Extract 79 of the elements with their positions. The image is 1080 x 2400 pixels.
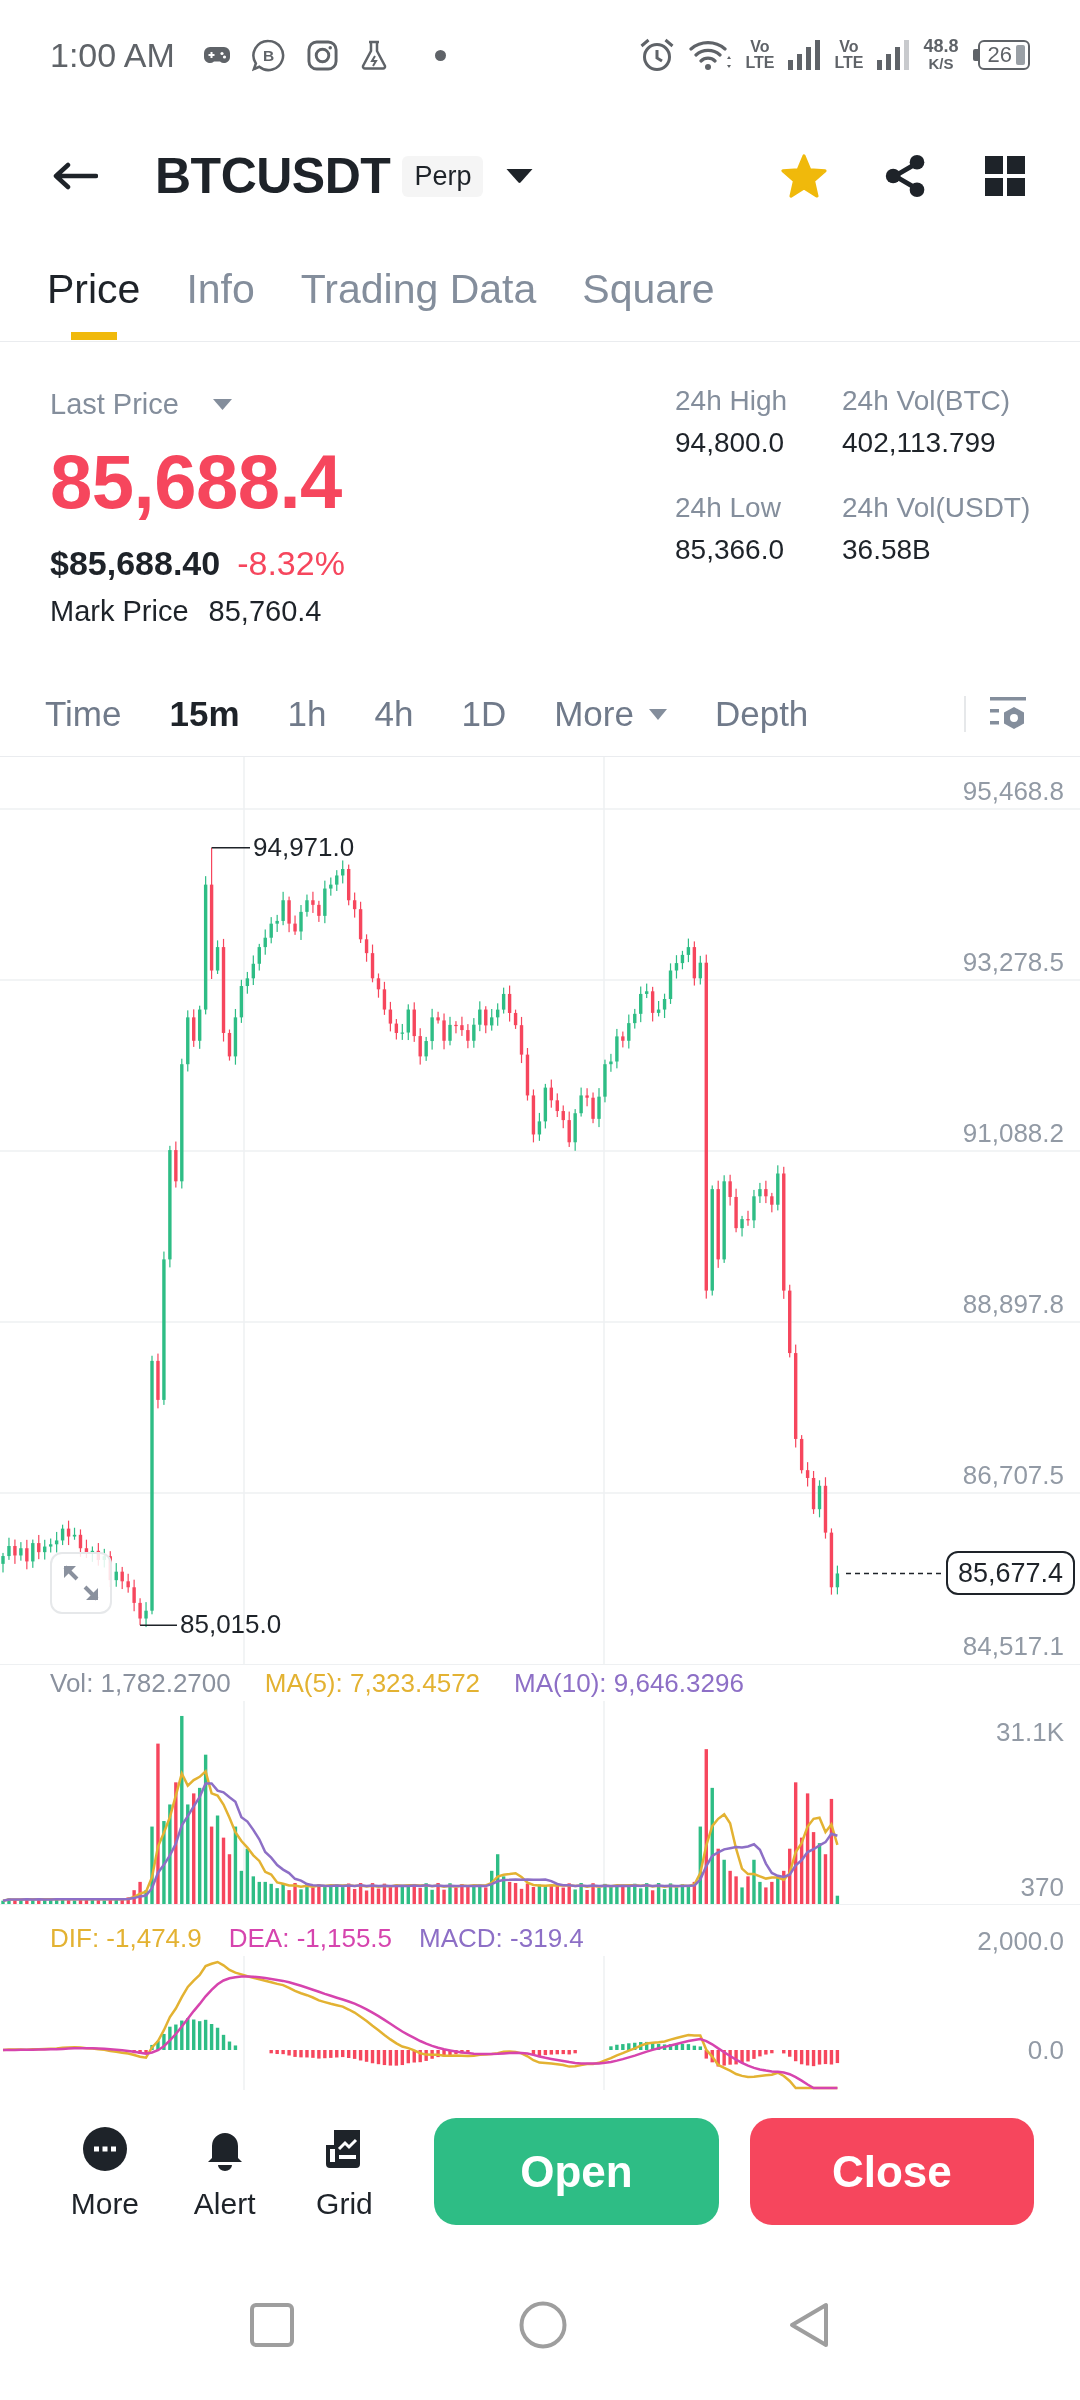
circle-icon[interactable] (519, 2301, 567, 2349)
interval-tab[interactable]: More (554, 693, 667, 735)
network-speed-indicator: 48.8 K/S (923, 37, 959, 73)
price-axis-label: 91,088.2 (962, 1118, 1064, 1148)
signal-icon (788, 40, 821, 70)
stat-label: 24h High (675, 384, 788, 418)
stat-value: 85,366.0 (675, 533, 784, 567)
open-position-button[interactable]: Open (434, 2118, 719, 2225)
volte-indicator: Vo LTE (834, 39, 864, 71)
flask-icon (359, 40, 388, 70)
fiat-price: $85,688.40 (50, 543, 221, 584)
dot-icon (434, 49, 446, 61)
volume-legend-text: Vol: 1,782.2700 (50, 1667, 231, 1700)
price-leader-line (139, 1624, 178, 1626)
interval-tab[interactable]: Depth (714, 693, 809, 735)
macd-legend-text: DEA: -1,155.5 (228, 1922, 393, 1955)
tab[interactable]: Square (582, 242, 715, 341)
alarm-clock-icon (639, 37, 676, 73)
wifi-icon (689, 39, 732, 71)
price-change: -8.32% (237, 543, 345, 584)
interval-tab[interactable]: 1h (287, 693, 327, 735)
expand-button[interactable] (50, 1552, 112, 1614)
toolbar-button[interactable]: More (55, 2118, 155, 2222)
star-icon[interactable] (781, 154, 827, 198)
interval-tab[interactable]: 15m (169, 693, 240, 735)
price-leader-line (210, 847, 251, 849)
battery-indicator: 26 (972, 40, 1030, 70)
back-arrow-icon[interactable] (52, 162, 98, 190)
price-axis-label: 88,897.8 (962, 1289, 1064, 1319)
square-icon[interactable] (250, 2303, 294, 2347)
volume-axis-label: 370 (1020, 1872, 1064, 1902)
grid-icon[interactable] (985, 156, 1025, 196)
caret-icon[interactable] (505, 168, 535, 184)
triangle-icon[interactable] (788, 2301, 830, 2349)
chart-settings-icon[interactable] (990, 697, 1026, 731)
stat-value: 36.58B (842, 533, 931, 567)
interval-tab[interactable]: 4h (374, 693, 414, 735)
macd-legend-text: DIF: -1,474.9 (50, 1922, 202, 1955)
tab[interactable]: Price (47, 242, 141, 341)
expand-icon (62, 1564, 100, 1602)
stat-label: 24h Low (675, 491, 781, 525)
gamepad-icon (203, 46, 230, 64)
toolbar-button[interactable]: Grid (294, 2118, 395, 2222)
mark-price: 85,760.4 (208, 594, 322, 629)
last-price-tag: 85,677.4 (946, 1551, 1076, 1596)
close-position-button[interactable]: Close (749, 2118, 1034, 2225)
stat-label: 24h Vol(USDT) (842, 491, 1031, 525)
stat-label: 24h Vol(BTC) (842, 384, 1011, 418)
more-dots-icon (82, 2127, 127, 2171)
interval-tab[interactable]: 1D (461, 693, 507, 735)
macd-axis-label: 0.0 (1027, 2035, 1064, 2065)
price-axis-label: 86,707.5 (962, 1460, 1064, 1490)
price-axis-label: 95,468.8 (962, 776, 1064, 806)
stat-value: 402,113.799 (842, 426, 996, 460)
high-price-label: 94,971.0 (253, 831, 355, 862)
volume-legend-text: MA(10): 9,646.3296 (514, 1667, 744, 1700)
interval-tab[interactable]: Time (45, 693, 122, 735)
camera-icon (306, 39, 338, 71)
macd-axis-label: 2,000.0 (977, 1926, 1064, 1956)
tab[interactable]: Info (186, 242, 255, 341)
symbol-title: BTCUSDT (155, 147, 391, 205)
chat-bubble-icon: B (251, 38, 285, 72)
last-price-label: Last Price (50, 387, 179, 422)
stat-value: 94,800.0 (675, 426, 784, 460)
low-price-label: 85,015.0 (180, 1609, 282, 1640)
last-price: 85,688.4 (50, 440, 342, 524)
volte-indicator: Vo LTE (745, 39, 775, 71)
price-axis-label: 93,278.5 (962, 947, 1064, 977)
tab[interactable]: Trading Data (300, 242, 537, 341)
macd-legend-text: MACD: -319.4 (419, 1922, 584, 1955)
contract-badge: Perp (402, 155, 484, 197)
signal-icon (877, 40, 910, 70)
mark-price-label: Mark Price (50, 594, 189, 629)
toolbar-button[interactable]: Alert (174, 2118, 275, 2222)
volume-legend-text: MA(5): 7,323.4572 (264, 1667, 481, 1700)
caret-icon (648, 708, 667, 720)
volume-axis-label: 31.1K (996, 1717, 1064, 1747)
price-axis-label: 84,517.1 (962, 1631, 1064, 1661)
status-time: 1:00 AM (50, 35, 175, 75)
